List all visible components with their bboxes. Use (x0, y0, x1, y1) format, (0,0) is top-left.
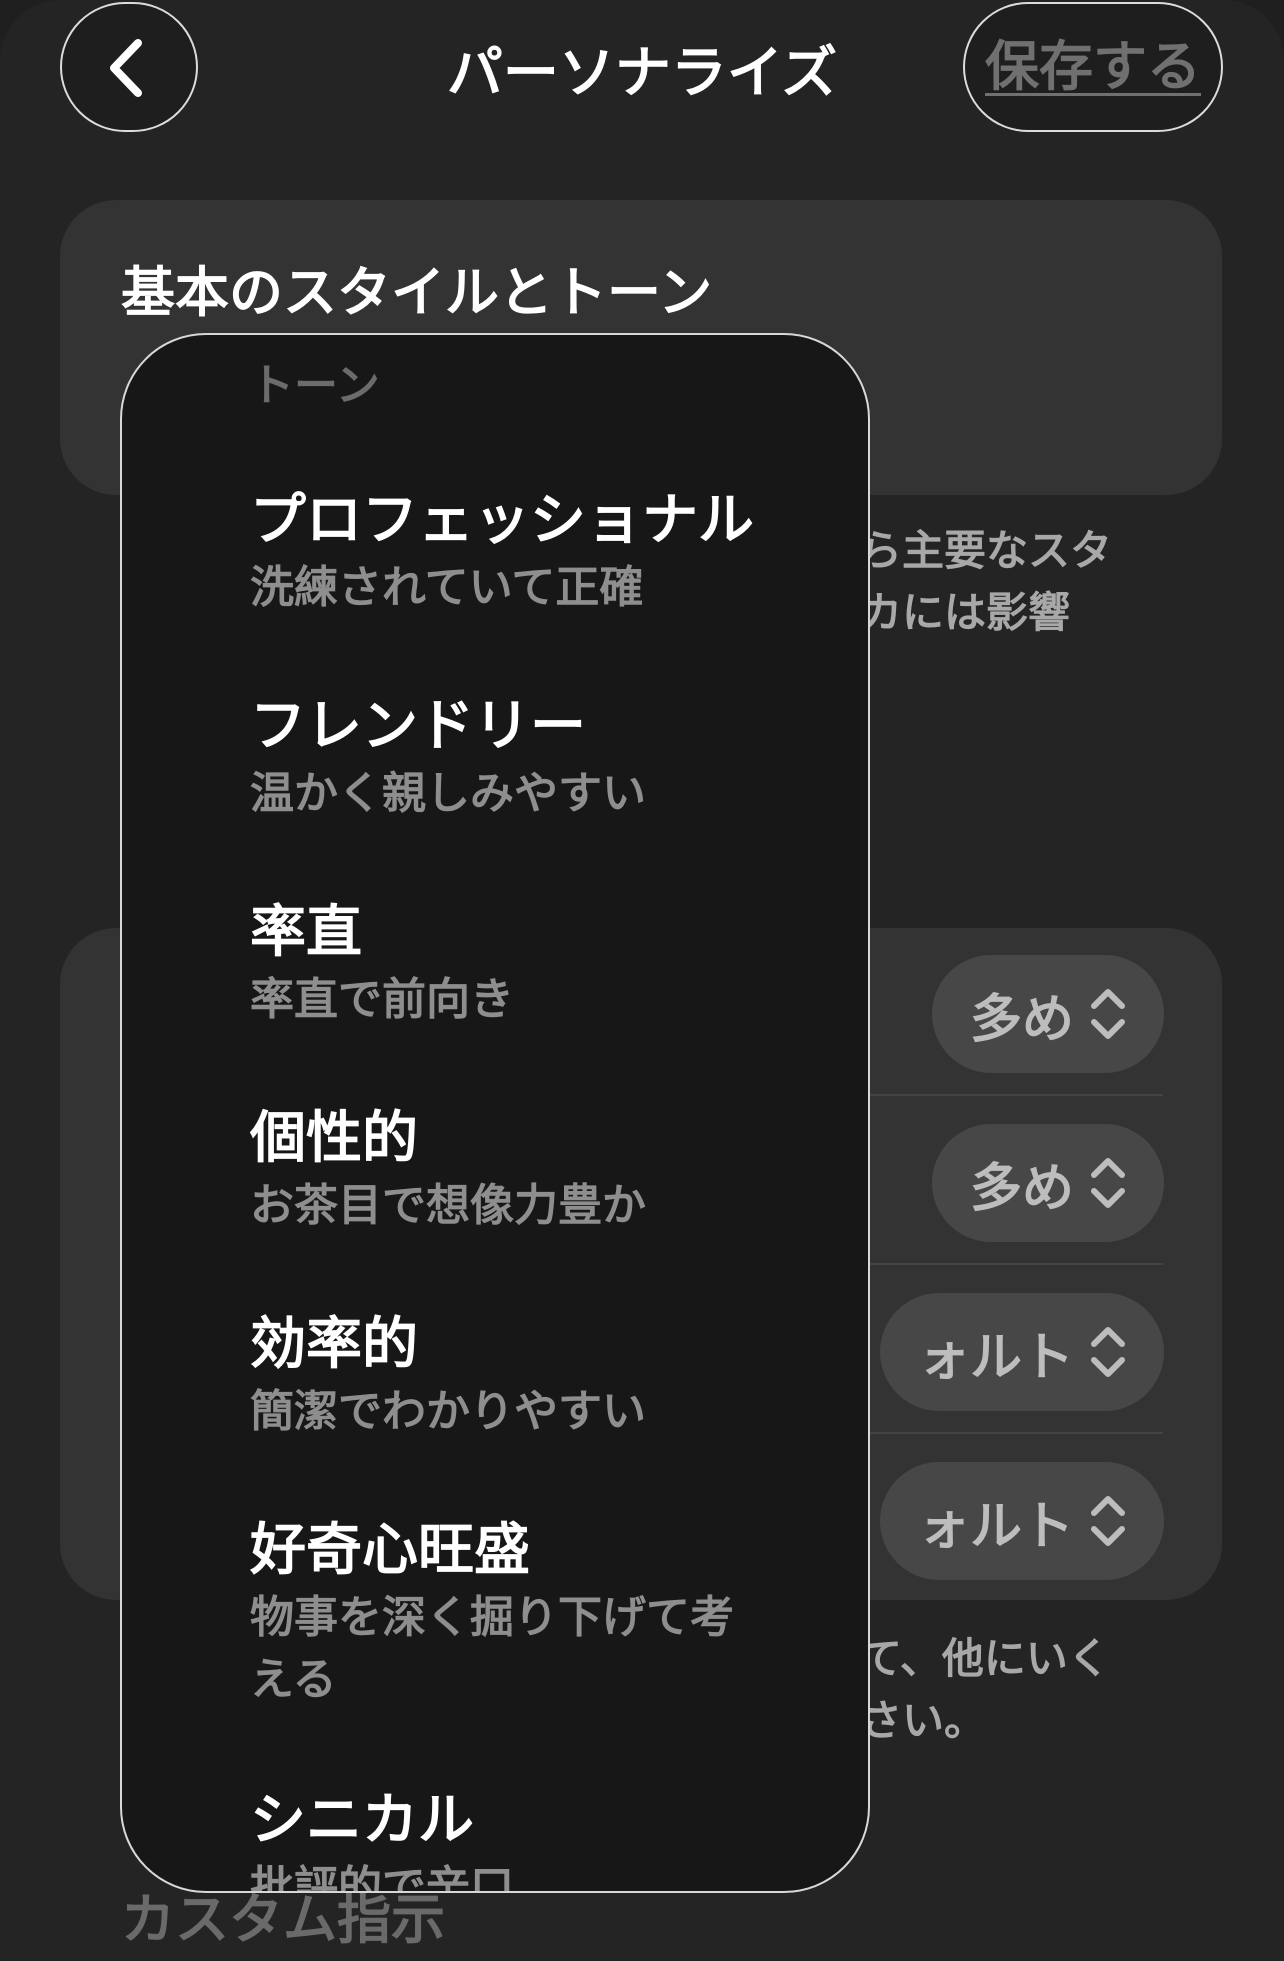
row-divider (860, 1432, 1163, 1434)
tone-option-description: 物事を深く掘り下げて考える (250, 1592, 734, 1705)
tone-option-description: 温かく親しみやすい (250, 768, 646, 819)
tone-option-label: 率直 (250, 900, 362, 965)
characteristic-select[interactable]: 多め (931, 1124, 1164, 1242)
tone-option-label: シニカル (250, 1788, 474, 1853)
style-description: ら主要なスタ カには影響 (860, 526, 1113, 637)
tone-option-description: お茶目で想像力豊か (250, 1180, 646, 1231)
tone-option-label: 効率的 (250, 1312, 418, 1377)
characteristic-select-value: ォルト (917, 1327, 1074, 1388)
tone-option-description: 簡潔でわかりやすい (250, 1386, 646, 1437)
characteristic-select-value: ォルト (917, 1496, 1074, 1557)
characteristics-note: て、他にいく さい。 (860, 1634, 1110, 1745)
tone-menu-header: トーン (250, 360, 380, 411)
tone-option-description: 洗練されていて正確 (250, 562, 644, 613)
chevron-up-down-icon (1091, 1327, 1125, 1377)
tone-option-description: 率直で前向き (250, 974, 514, 1025)
tone-option-label: フレンドリー (250, 694, 586, 759)
characteristic-select-value: 多め (969, 1158, 1074, 1219)
tone-option-friendly[interactable]: フレンドリー 温かく親しみやすい (250, 691, 810, 825)
tone-option-efficient[interactable]: 効率的 簡潔でわかりやすい (250, 1309, 810, 1443)
row-divider (860, 1094, 1163, 1096)
tone-option-description: 批評的で辛口 (250, 1862, 514, 1893)
style-and-tone-heading: 基本のスタイルとトーン (121, 261, 713, 324)
characteristic-select[interactable]: ォルト (879, 1462, 1164, 1580)
tone-option-label: 個性的 (250, 1106, 418, 1171)
chevron-up-down-icon (1091, 1158, 1125, 1208)
chevron-up-down-icon (1091, 989, 1125, 1039)
tone-option-label: 好奇心旺盛 (250, 1518, 530, 1583)
characteristic-select[interactable]: ォルト (879, 1293, 1164, 1411)
save-button[interactable]: 保存する (963, 2, 1223, 132)
row-divider (860, 1263, 1163, 1265)
characteristic-select-value: 多め (969, 989, 1074, 1050)
tone-option-cynical[interactable]: シニカル 批評的で辛口 (250, 1785, 810, 1893)
chevron-up-down-icon (1091, 1496, 1125, 1546)
tone-option-quirky[interactable]: 個性的 お茶目で想像力豊か (250, 1103, 810, 1237)
tone-option-professional[interactable]: プロフェッショナル 洗練されていて正確 (250, 485, 810, 619)
tone-option-candid[interactable]: 率直 率直で前向き (250, 897, 810, 1031)
tone-option-curious[interactable]: 好奇心旺盛 物事を深く掘り下げて考える (250, 1515, 750, 1711)
characteristic-select[interactable]: 多め (931, 955, 1164, 1073)
tone-dropdown-menu: トーン プロフェッショナル 洗練されていて正確 フレンドリー 温かく親しみやすい… (120, 333, 870, 1893)
tone-option-label: プロフェッショナル (250, 488, 754, 553)
